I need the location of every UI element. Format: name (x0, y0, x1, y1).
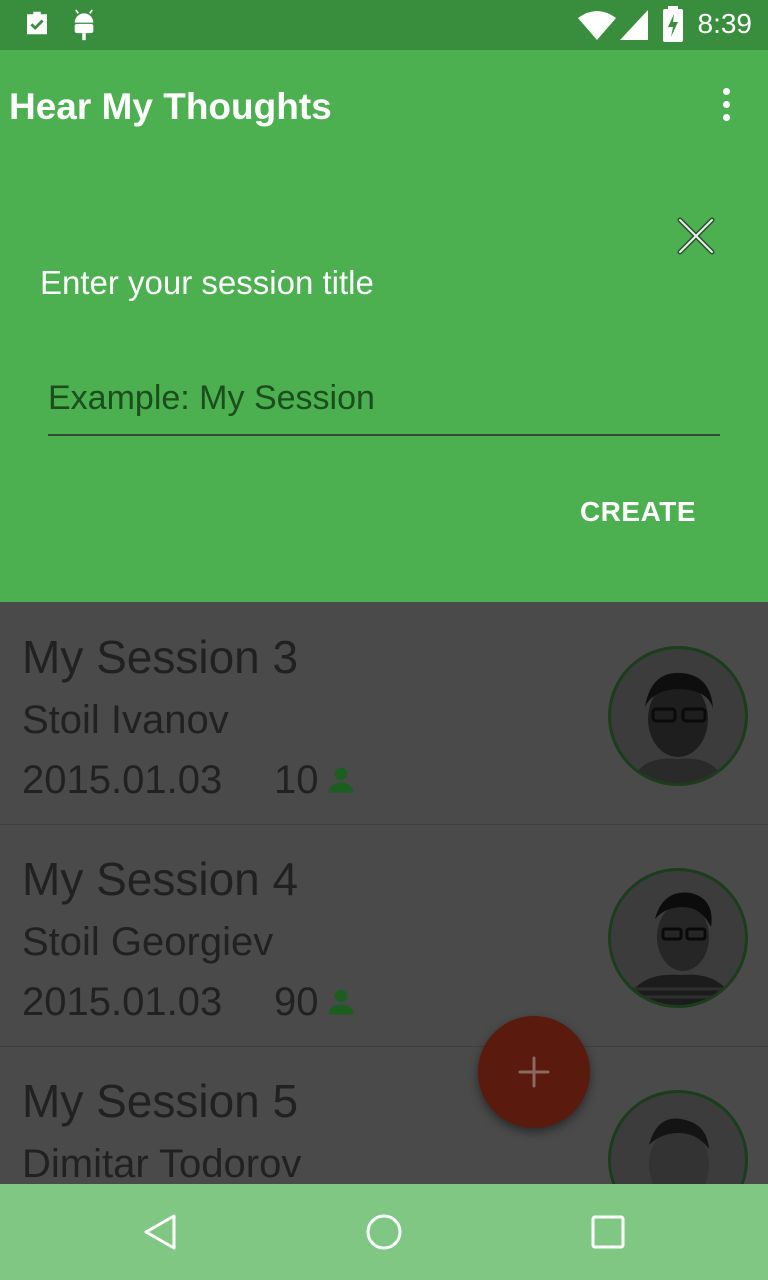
participant-count: 10 (274, 758, 319, 802)
avatar (608, 646, 748, 786)
list-item[interactable]: My Session 3 Stoil Ivanov 2015.01.03 10 (0, 602, 768, 825)
wifi-icon (578, 11, 616, 40)
session-date: 2015.01.03 (22, 980, 223, 1024)
android-icon (74, 9, 94, 41)
create-button[interactable]: CREATE (580, 496, 696, 528)
session-author: Dimitar Todorov (22, 1142, 302, 1184)
session-title: My Session 3 (22, 631, 299, 683)
avatar (608, 1090, 748, 1184)
clipboard-check-icon (27, 11, 47, 35)
session-date: 2015.01.03 (22, 758, 223, 802)
app-bar: Hear My Thoughts Enter your session titl… (0, 50, 768, 602)
add-icon (518, 1056, 550, 1088)
battery-charging-icon (663, 6, 683, 42)
overflow-menu-icon[interactable] (720, 88, 732, 124)
session-title-input[interactable] (48, 368, 720, 428)
list-item[interactable]: My Session 4 Stoil Georgiev 2015.01.03 9… (0, 824, 768, 1047)
session-title-field (48, 368, 720, 436)
nav-bar (0, 1184, 768, 1280)
back-icon[interactable] (140, 1212, 180, 1252)
app-title: Hear My Thoughts (9, 86, 332, 127)
list-item[interactable]: My Session 5 Dimitar Todorov (0, 1046, 768, 1184)
cell-signal-icon (620, 10, 648, 40)
session-title-prompt: Enter your session title (40, 264, 374, 301)
session-author: Stoil Georgiev (22, 920, 274, 964)
status-bar: 8:39 (0, 0, 768, 50)
participant-count: 90 (274, 980, 319, 1024)
session-list: My Session 3 Stoil Ivanov 2015.01.03 10 … (0, 602, 768, 1184)
avatar (608, 868, 748, 1008)
session-author: Stoil Ivanov (22, 698, 229, 742)
close-icon[interactable] (672, 212, 720, 260)
session-title: My Session 5 (22, 1075, 299, 1127)
session-title: My Session 4 (22, 853, 299, 905)
status-time: 8:39 (697, 8, 753, 39)
person-icon (328, 989, 354, 1015)
home-icon[interactable] (364, 1212, 404, 1252)
recents-icon[interactable] (588, 1212, 628, 1252)
person-icon (328, 767, 354, 793)
add-session-fab[interactable] (478, 1016, 590, 1128)
